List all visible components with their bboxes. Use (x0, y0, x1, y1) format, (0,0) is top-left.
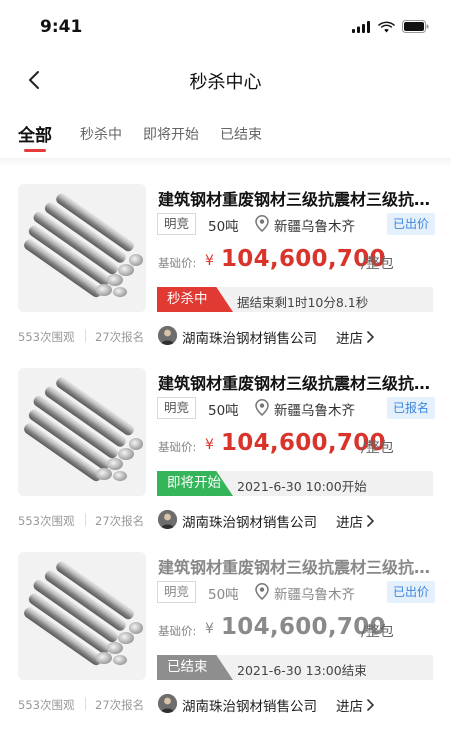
tab-bar: 全部 秒杀中 即将开始 已结束 (0, 120, 451, 156)
enter-store-link[interactable]: 进店 (336, 327, 374, 347)
views-count: 553次围观 (18, 698, 75, 712)
location-label: 新疆乌鲁木齐 (274, 587, 355, 603)
views-count: 553次围观 (18, 514, 75, 528)
meta-row: 明竞 50吨 新疆乌鲁木齐 已报名 (157, 397, 435, 419)
status-badge: 已报名 (386, 397, 435, 419)
phase-bar: 已结束 2021-6-30 13:00结束 (157, 655, 433, 680)
price-currency: ¥ (205, 621, 214, 637)
views-count: 553次围观 (18, 330, 75, 344)
product-title[interactable]: 建筑钢材重废钢材三级抗震材三级抗震材 (158, 370, 434, 394)
location-pin-icon (255, 399, 269, 416)
divider (0, 158, 451, 166)
seller-name[interactable]: 湖南珠治钢材销售公司 (182, 327, 317, 347)
battery-icon (402, 20, 429, 33)
tab-all[interactable]: 全部 (18, 121, 52, 146)
location-pin-icon (255, 215, 269, 232)
phase-bar: 秒杀中 据结束剩1时10分8.1秒 (157, 287, 433, 312)
tab-upcoming[interactable]: 即将开始 (143, 124, 199, 144)
price-label: 基础价: (158, 624, 197, 638)
status-badge: 已出价 (386, 213, 435, 235)
nav-bar: 秒杀中心 (0, 58, 451, 102)
status-badge: 已出价 (386, 581, 435, 603)
phase-text: 2021-6-30 13:00结束 (237, 663, 367, 678)
phase-badge: 已结束 (157, 655, 233, 680)
enter-store-link[interactable]: 进店 (336, 695, 374, 715)
price-currency: ¥ (205, 437, 214, 453)
seller-avatar (158, 510, 177, 529)
status-icons (352, 20, 429, 33)
weight-label: 50吨 (208, 587, 239, 603)
page-title: 秒杀中心 (189, 72, 262, 93)
location-label: 新疆乌鲁木齐 (274, 403, 355, 419)
card-footer: 553次围观 27次报名 湖南珠治钢材销售公司 进店 (18, 509, 438, 531)
price-unit: /整包 (361, 256, 394, 272)
enter-store-label: 进店 (336, 515, 363, 531)
separator (85, 513, 86, 526)
product-card[interactable]: 建筑钢材重废钢材三级抗震材三级抗震材 明竞 50吨 新疆乌鲁木齐 已出价 基础价… (0, 184, 451, 366)
card-footer: 553次围观 27次报名 湖南珠治钢材销售公司 进店 (18, 693, 438, 715)
signup-count: 27次报名 (95, 330, 145, 344)
weight-label: 50吨 (208, 403, 239, 419)
seller-avatar (158, 694, 177, 713)
separator (85, 697, 86, 710)
weight-label: 50吨 (208, 219, 239, 235)
price-row: 基础价: ¥ 104,600,700 /整包 (158, 246, 438, 276)
wifi-icon (378, 21, 395, 32)
phase-badge: 秒杀中 (157, 287, 233, 312)
product-image (18, 184, 146, 312)
price-currency: ¥ (205, 253, 214, 269)
chevron-right-icon (367, 515, 374, 527)
signup-count: 27次报名 (95, 514, 145, 528)
status-time: 9:41 (40, 17, 83, 37)
product-title[interactable]: 建筑钢材重废钢材三级抗震材三级抗震材 (158, 186, 434, 210)
seller-name[interactable]: 湖南珠治钢材销售公司 (182, 511, 317, 531)
phase-bar: 即将开始 2021-6-30 10:00开始 (157, 471, 433, 496)
status-bar: 9:41 (0, 0, 451, 52)
tab-flash-sale[interactable]: 秒杀中 (80, 124, 122, 144)
product-title[interactable]: 建筑钢材重废钢材三级抗震材三级抗震材 (158, 554, 434, 578)
signal-icon (352, 20, 370, 33)
tab-ended[interactable]: 已结束 (220, 124, 262, 144)
meta-row: 明竞 50吨 新疆乌鲁木齐 已出价 (157, 581, 435, 603)
product-image (18, 368, 146, 496)
enter-store-label: 进店 (336, 699, 363, 715)
meta-row: 明竞 50吨 新疆乌鲁木齐 已出价 (157, 213, 435, 235)
auction-type-tag: 明竞 (157, 581, 197, 603)
location-label: 新疆乌鲁木齐 (274, 219, 355, 235)
signup-count: 27次报名 (95, 698, 145, 712)
price-label: 基础价: (158, 256, 197, 270)
seller-name[interactable]: 湖南珠治钢材销售公司 (182, 695, 317, 715)
price-unit: /整包 (361, 624, 394, 640)
price-row: 基础价: ¥ 104,600,700 /整包 (158, 430, 438, 460)
phase-text: 2021-6-30 10:00开始 (237, 479, 367, 494)
tab-underline (24, 149, 46, 152)
price-row: 基础价: ¥ 104,600,700 /整包 (158, 614, 438, 644)
price-label: 基础价: (158, 440, 197, 454)
enter-store-link[interactable]: 进店 (336, 511, 374, 531)
chevron-right-icon (367, 331, 374, 343)
phase-text: 据结束剩1时10分8.1秒 (237, 295, 369, 310)
enter-store-label: 进店 (336, 331, 363, 347)
separator (85, 329, 86, 342)
chevron-right-icon (367, 699, 374, 711)
product-card[interactable]: 建筑钢材重废钢材三级抗震材三级抗震材 明竞 50吨 新疆乌鲁木齐 已报名 基础价… (0, 368, 451, 550)
auction-type-tag: 明竞 (157, 397, 197, 419)
phase-badge: 即将开始 (157, 471, 233, 496)
product-card[interactable]: 建筑钢材重废钢材三级抗震材三级抗震材 明竞 50吨 新疆乌鲁木齐 已出价 基础价… (0, 552, 451, 734)
product-image (18, 552, 146, 680)
seller-avatar (158, 326, 177, 345)
price-unit: /整包 (361, 440, 394, 456)
card-footer: 553次围观 27次报名 湖南珠治钢材销售公司 进店 (18, 325, 438, 347)
location-pin-icon (255, 583, 269, 600)
auction-type-tag: 明竞 (157, 213, 197, 235)
